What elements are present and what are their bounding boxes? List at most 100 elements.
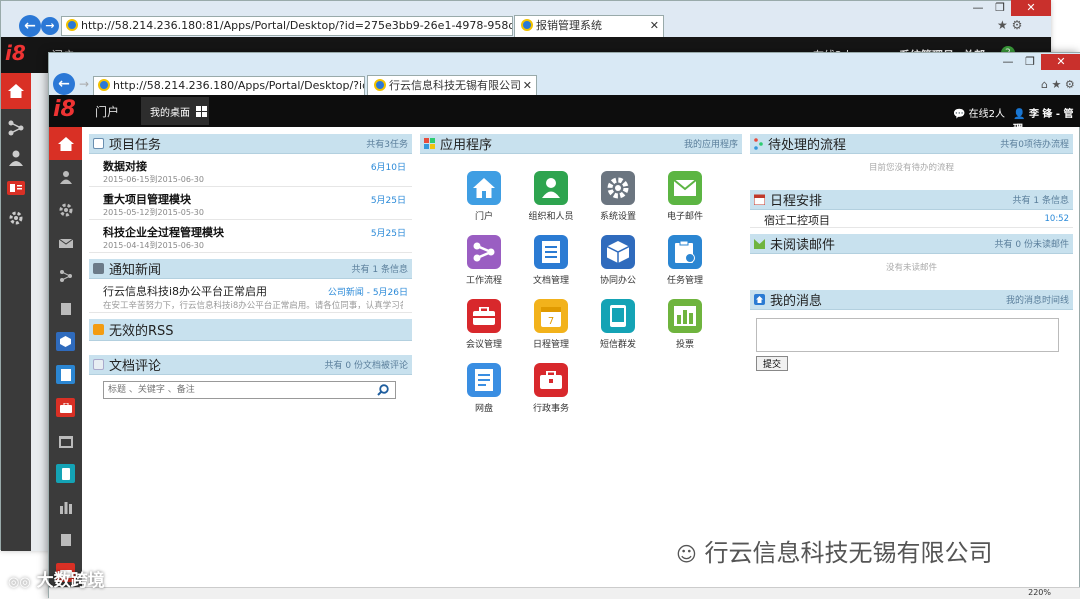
- unread-count[interactable]: 共有 0 份未读邮件: [995, 237, 1069, 250]
- sidebar-item-workflow[interactable]: [49, 259, 82, 292]
- svg-text:7: 7: [548, 316, 554, 327]
- close-icon[interactable]: ✕: [1041, 54, 1080, 70]
- submit-button[interactable]: 提交: [756, 356, 789, 371]
- nav-portal[interactable]: 门户: [95, 103, 119, 120]
- back-address-bar[interactable]: http://58.214.236.180:81/Apps/Portal/Des…: [61, 16, 513, 36]
- forward-arrow-icon[interactable]: →: [79, 77, 89, 91]
- browser-tab[interactable]: 行云信息科技无锡有限公司 ✕: [367, 75, 537, 97]
- sidebar-item-documents[interactable]: [49, 292, 82, 325]
- schedule-item-time: 10:52: [1044, 214, 1070, 224]
- column-right: 待处理的流程 共有0项待办流程 目前您没有待办的流程 日程安排 共有 1 条信息…: [750, 134, 1073, 371]
- news-tag[interactable]: 公司新闻 - 5月26日: [328, 285, 408, 298]
- app-gear[interactable]: 系统设置: [586, 171, 650, 222]
- sidebar-item-vote[interactable]: [49, 490, 82, 523]
- app-person[interactable]: 组织和人员: [519, 171, 583, 222]
- task-name[interactable]: 数据对接: [103, 158, 147, 174]
- zoom-level[interactable]: 220%: [1028, 588, 1051, 597]
- sidebar-item-home[interactable]: [49, 127, 82, 160]
- back-arrow-icon[interactable]: ←: [53, 73, 75, 95]
- task-row[interactable]: 重大项目管理模块 2015-05-12到2015-05-30 5月25日: [89, 187, 412, 220]
- sidebar-item-mail[interactable]: [49, 226, 82, 259]
- app-home[interactable]: 门户: [452, 171, 516, 222]
- tasks-count[interactable]: 共有3任务: [366, 137, 408, 150]
- message-input[interactable]: [756, 318, 1059, 352]
- sidebar-item-calendar[interactable]: [49, 424, 82, 457]
- sidebar-item-settings[interactable]: [49, 193, 82, 226]
- news-headline[interactable]: 行云信息科技i8办公平台正常启用: [103, 283, 267, 299]
- sidebar-item-meetings[interactable]: [49, 391, 82, 424]
- close-icon[interactable]: ✕: [650, 16, 659, 36]
- back-arrow-icon[interactable]: ←: [19, 15, 41, 37]
- app-cube[interactable]: 协同办公: [586, 235, 650, 286]
- gear-icon[interactable]: [1, 203, 31, 233]
- comments-count[interactable]: 共有 0 份文档被评论: [325, 358, 408, 371]
- contact-card-icon[interactable]: [1, 173, 31, 203]
- task-date: 5月25日: [370, 229, 406, 239]
- sidebar-item-sms[interactable]: [49, 457, 82, 490]
- task-range: 2015-06-15到2015-06-30: [103, 175, 204, 184]
- news-count[interactable]: 共有 1 条信息: [352, 262, 408, 275]
- minimize-icon[interactable]: —: [997, 55, 1019, 69]
- nav-desktop-tab[interactable]: 我的桌面: [141, 97, 209, 125]
- task-name[interactable]: 重大项目管理模块: [103, 191, 191, 207]
- apps-header: 应用程序 我的应用程序: [420, 134, 742, 154]
- search-icon[interactable]: [377, 384, 389, 396]
- unread-empty: 没有未读邮件: [885, 263, 937, 273]
- app-disk[interactable]: 网盘: [452, 363, 516, 414]
- top-bar: i8 门户 我的桌面 💬 在线2人 👤 李 锋 - 管理: [49, 95, 1080, 135]
- sidebar-item-person[interactable]: [49, 160, 82, 193]
- person-icon[interactable]: [1, 143, 31, 173]
- disk-icon: [467, 363, 501, 397]
- messages-header: 我的消息 我的消息时间线: [750, 290, 1073, 310]
- restore-icon[interactable]: ❐: [989, 1, 1011, 15]
- comment-icon: [93, 359, 104, 370]
- schedule-item-title[interactable]: 宿迁工控项目: [764, 212, 830, 228]
- browser-chrome: — ❐ ✕ ← → http://58.214.236.180/Apps/Por…: [49, 53, 1080, 97]
- comments-search-input[interactable]: [103, 381, 396, 399]
- comments-search-area: [89, 375, 412, 409]
- app-document[interactable]: 文档管理: [519, 235, 583, 286]
- share-icon[interactable]: [1, 113, 31, 143]
- pending-count[interactable]: 共有0项待办流程: [1000, 137, 1069, 150]
- app-briefcase[interactable]: 会议管理: [452, 299, 516, 350]
- forward-arrow-icon[interactable]: →: [41, 17, 59, 35]
- task-range: 2015-05-12到2015-05-30: [103, 208, 204, 217]
- home-star-gear-icon[interactable]: ★ ⚙: [997, 18, 1022, 32]
- task-row[interactable]: 数据对接 2015-06-15到2015-06-30 6月10日: [89, 154, 412, 187]
- unread-header: 未阅读邮件 共有 0 份未读邮件: [750, 234, 1073, 254]
- messages-link[interactable]: 我的消息时间线: [1006, 293, 1069, 306]
- news-item[interactable]: 行云信息科技i8办公平台正常启用 公司新闻 - 5月26日 在安工辛苦努力下，行…: [89, 279, 412, 313]
- restore-icon[interactable]: ❐: [1019, 55, 1041, 69]
- schedule-item[interactable]: 宿迁工控项目 10:52: [750, 210, 1073, 228]
- minimize-icon[interactable]: —: [967, 1, 989, 15]
- home-star-gear-icon[interactable]: ⌂ ★ ⚙: [1041, 78, 1075, 91]
- chart-icon: [59, 501, 72, 514]
- app-toolbox[interactable]: 行政事务: [519, 363, 583, 414]
- app-chart[interactable]: 投票: [653, 299, 717, 350]
- address-bar[interactable]: http://58.214.236.180/Apps/Portal/Deskto…: [93, 76, 365, 96]
- sidebar-item-disk[interactable]: [49, 523, 82, 556]
- tasks-header: 项目任务 共有3任务: [89, 134, 412, 154]
- apps-link[interactable]: 我的应用程序: [684, 137, 738, 150]
- close-icon[interactable]: ✕: [1011, 0, 1051, 16]
- back-tab[interactable]: 报销管理系统 ✕: [514, 15, 664, 37]
- close-icon[interactable]: ✕: [523, 76, 532, 96]
- app-mail[interactable]: 电子邮件: [653, 171, 717, 222]
- ie-icon: [521, 19, 533, 31]
- user-menu[interactable]: 👤 李 锋 - 管理: [1013, 105, 1080, 135]
- cube-icon: [601, 235, 635, 269]
- app-share[interactable]: 工作流程: [452, 235, 516, 286]
- task-name[interactable]: 科技企业全过程管理模块: [103, 224, 224, 240]
- column-middle: 应用程序 我的应用程序 门户 组织和人员 系统设置 电子邮件工作流程 文档管理 协同办公 任…: [420, 134, 742, 434]
- sidebar-item-cooperation[interactable]: [49, 325, 82, 358]
- app-clipboard[interactable]: 任务管理: [653, 235, 717, 286]
- app-calendar[interactable]: 7 日程管理: [519, 299, 583, 350]
- online-count[interactable]: 💬 在线2人: [953, 105, 1005, 120]
- flow-icon: [754, 137, 763, 150]
- schedule-count[interactable]: 共有 1 条信息: [1013, 193, 1069, 206]
- app-phone[interactable]: 短信群发: [586, 299, 650, 350]
- sidebar-item-tasks[interactable]: [49, 358, 82, 391]
- home-icon[interactable]: [1, 73, 31, 109]
- document-icon: [60, 302, 71, 315]
- task-row[interactable]: 科技企业全过程管理模块 2015-04-14到2015-06-30 5月25日: [89, 220, 412, 253]
